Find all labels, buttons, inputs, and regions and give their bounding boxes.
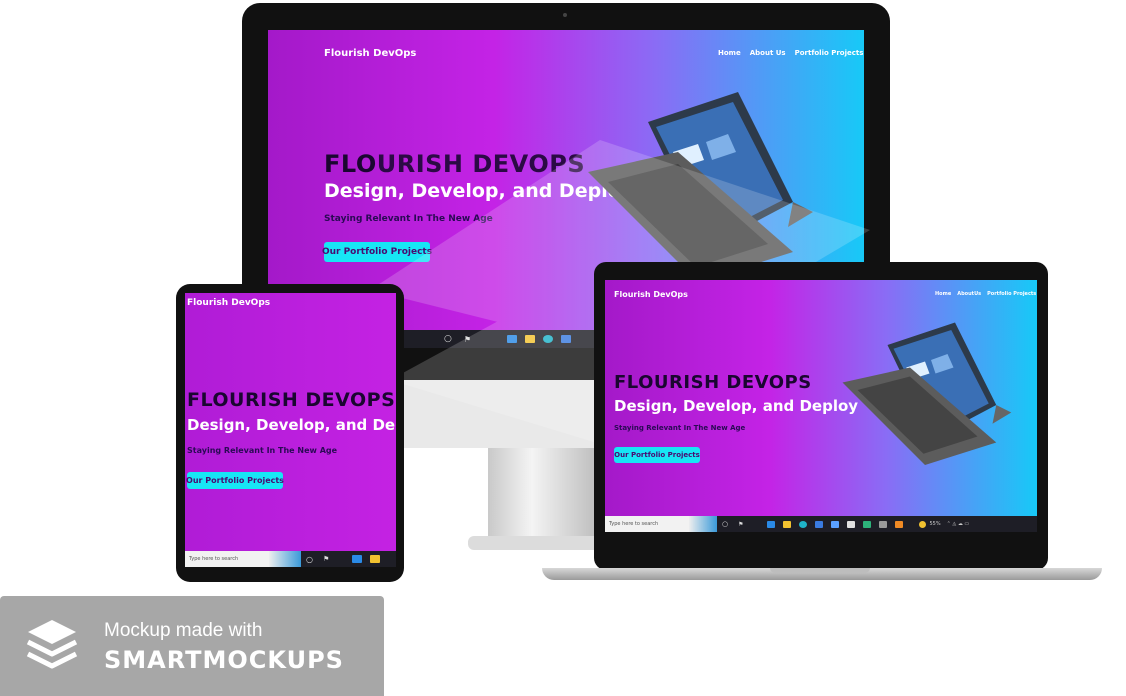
- nav-about-link[interactable]: About Us: [750, 49, 786, 57]
- nav-home-link[interactable]: Home: [718, 49, 741, 57]
- laptop-terminal-icon[interactable]: [830, 520, 839, 528]
- laptop-settings-icon[interactable]: [878, 520, 887, 528]
- tablet-taskbar: Type here to search ○ ⚑: [185, 551, 396, 567]
- laptop-flag-icon[interactable]: ⚑: [738, 521, 743, 528]
- monitor-stand: [488, 448, 598, 548]
- laptop-tray-icons[interactable]: ⌃ ◬ ☁ ▭: [947, 521, 970, 527]
- laptop-notch: [770, 568, 870, 573]
- tablet-flag-icon[interactable]: ⚑: [323, 555, 329, 563]
- laptop-taskbar: Type here to search ○ ⚑ 55% ⌃ ◬ ☁ ▭: [605, 516, 1037, 532]
- laptop-portfolio-cta-button[interactable]: Our Portfolio Projects: [614, 447, 700, 463]
- laptop-screen-illustration: [842, 322, 1012, 465]
- laptop-site-brand[interactable]: Flourish DevOps: [614, 290, 688, 299]
- tablet-hero-tagline: Staying Relevant In The New Age: [187, 446, 338, 455]
- laptop-app-icon[interactable]: [862, 520, 871, 528]
- laptop-screen: Flourish DevOps Home AboutUs Portfolio P…: [605, 280, 1037, 532]
- tablet-task-view-icon[interactable]: ○: [306, 555, 313, 564]
- badge-line-1: Mockup made with: [104, 620, 263, 641]
- laptop-nav-home-link[interactable]: Home: [935, 291, 951, 297]
- tablet-site-brand[interactable]: Flourish DevOps: [187, 298, 270, 308]
- laptop-folder-icon[interactable]: [782, 520, 791, 528]
- laptop-hero-heading: FLOURISH DEVOPS: [614, 372, 812, 393]
- laptop-nav-about-link[interactable]: AboutUs: [957, 291, 981, 297]
- laptop-store-icon[interactable]: [814, 520, 823, 528]
- nav-portfolio-link[interactable]: Portfolio Projects: [795, 49, 864, 57]
- tablet-hero-heading: FLOURISH DEVOPS: [187, 389, 396, 411]
- camera-dot: [563, 13, 567, 17]
- laptop-hero-tagline: Staying Relevant In The New Age: [614, 424, 746, 432]
- tablet-portfolio-cta-button[interactable]: Our Portfolio Projects: [186, 472, 284, 489]
- tablet-folder-icon[interactable]: [370, 555, 381, 563]
- tablet-vscode-icon[interactable]: [352, 555, 363, 563]
- tablet-screen: Flourish DevOps FLOURISH DEVOPS Design, …: [185, 293, 396, 567]
- site-nav: Home About Us Portfolio Projects: [718, 49, 863, 57]
- tablet-search-input[interactable]: Type here to search: [185, 551, 269, 567]
- laptop-nav-portfolio-link[interactable]: Portfolio Projects: [987, 291, 1036, 297]
- tablet-hero-subheading: Design, Develop, and Deploy: [187, 416, 396, 434]
- laptop-search-input[interactable]: Type here to search: [605, 516, 689, 532]
- laptop-photos-icon[interactable]: [894, 520, 903, 528]
- layers-icon: [26, 620, 78, 669]
- laptop-tray-percent: 55%: [929, 521, 941, 527]
- laptop-weather-icon: [918, 520, 926, 528]
- laptop-vscode-icon[interactable]: [766, 520, 775, 528]
- laptop-hero-subheading: Design, Develop, and Deploy: [614, 397, 859, 415]
- badge-line-2: SMARTMOCKUPS: [104, 646, 344, 674]
- laptop-edge-icon[interactable]: [798, 520, 807, 528]
- laptop-task-view-icon[interactable]: ○: [722, 520, 728, 528]
- laptop-mail-icon[interactable]: [846, 520, 855, 528]
- site-brand[interactable]: Flourish DevOps: [324, 48, 416, 59]
- laptop-site-nav: Home AboutUs Portfolio Projects: [935, 291, 1036, 297]
